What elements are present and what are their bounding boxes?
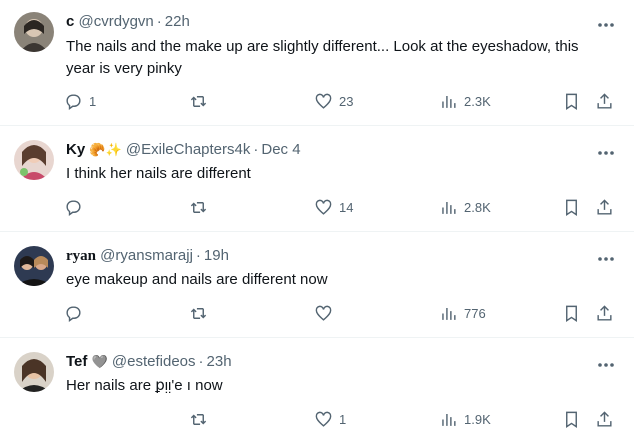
retweet-icon bbox=[190, 202, 207, 213]
tweet-2[interactable]: Ky 🥐✨ @ExileChapters4k · Dec 4 I think her… bbox=[0, 126, 634, 232]
share-button[interactable] bbox=[595, 92, 614, 111]
tweet-text: The nails and the make up are slightly d… bbox=[66, 38, 579, 77]
share-icon bbox=[597, 93, 612, 109]
tweet-header: c @cvrdygvn · 22h bbox=[66, 12, 190, 32]
action-bar: 776 bbox=[0, 304, 634, 326]
like-button[interactable]: 23 bbox=[314, 92, 353, 111]
retweet-button[interactable] bbox=[189, 304, 214, 323]
separator-dot: · bbox=[156, 13, 162, 30]
views-count: 776 bbox=[464, 306, 486, 321]
views-count: 1.9K bbox=[464, 412, 491, 427]
tweet-header: ryan @ryansmarajj · 19h bbox=[66, 246, 229, 266]
timestamp[interactable]: 23h bbox=[207, 353, 232, 370]
share-icon bbox=[597, 305, 612, 321]
views-count: 2.8K bbox=[464, 200, 491, 215]
heart-icon bbox=[315, 305, 332, 321]
bookmark-icon bbox=[566, 93, 577, 110]
tweet-4[interactable]: Tef 🩶 @estefideos · 23h Her nails are ꝑᴉᴉ'… bbox=[0, 338, 634, 438]
share-button[interactable] bbox=[595, 198, 614, 217]
separator-dot: · bbox=[195, 247, 201, 264]
views-button[interactable]: 2.8K bbox=[439, 198, 491, 217]
avatar[interactable] bbox=[14, 352, 54, 392]
views-button[interactable]: 1.9K bbox=[439, 410, 491, 429]
tweet-header: Ky 🥐✨ @ExileChapters4k · Dec 4 bbox=[66, 140, 301, 160]
share-icon bbox=[597, 199, 612, 215]
share-icon bbox=[597, 411, 612, 427]
more-icon[interactable] bbox=[596, 250, 616, 270]
tweet-text: eye makeup and nails are different now bbox=[66, 271, 328, 288]
views-icon bbox=[442, 201, 456, 214]
handle[interactable]: @cvrdygvn bbox=[79, 13, 154, 30]
reply-button[interactable] bbox=[64, 198, 89, 217]
more-icon[interactable] bbox=[596, 16, 616, 36]
handle[interactable]: @ryansmarajj bbox=[100, 247, 193, 264]
more-icon[interactable] bbox=[596, 356, 616, 376]
avatar[interactable] bbox=[14, 12, 54, 52]
views-icon bbox=[442, 95, 456, 108]
timestamp[interactable]: 19h bbox=[204, 247, 229, 264]
tweet-header: Tef 🩶 @estefideos · 23h bbox=[66, 352, 232, 372]
like-count: 23 bbox=[339, 94, 354, 109]
views-icon bbox=[442, 413, 456, 426]
share-button[interactable] bbox=[595, 410, 614, 429]
share-button[interactable] bbox=[595, 304, 614, 323]
action-bar: 1 23 2.3K bbox=[0, 92, 634, 114]
display-name[interactable]: c bbox=[66, 13, 74, 30]
action-bar: 1 1.9K bbox=[0, 410, 634, 432]
timestamp[interactable]: Dec 4 bbox=[261, 141, 300, 158]
bookmark-icon bbox=[566, 199, 577, 216]
like-button[interactable] bbox=[314, 304, 339, 323]
like-button[interactable]: 1 bbox=[314, 410, 346, 429]
separator-dot: · bbox=[198, 353, 204, 370]
reply-count: 1 bbox=[89, 94, 97, 109]
avatar[interactable] bbox=[14, 246, 54, 286]
tweet-text: Her nails are ꝑᴉᴉ'e ı now bbox=[66, 377, 223, 394]
tweet-text: I think her nails are different bbox=[66, 165, 251, 182]
more-icon[interactable] bbox=[596, 144, 616, 164]
name-emoji: 🥐✨ bbox=[89, 142, 122, 157]
timestamp[interactable]: 22h bbox=[165, 13, 190, 30]
reply-feed: c @cvrdygvn · 22h The nails and the make u… bbox=[0, 0, 634, 438]
views-count: 2.3K bbox=[464, 94, 491, 109]
bookmark-button[interactable] bbox=[562, 92, 581, 111]
retweet-button[interactable] bbox=[189, 198, 214, 217]
heart-icon bbox=[315, 411, 332, 427]
display-name[interactable]: Ky bbox=[66, 141, 85, 158]
tweet-3[interactable]: ryan @ryansmarajj · 19h eye makeup and nai… bbox=[0, 232, 634, 338]
display-name[interactable]: ryan bbox=[66, 248, 96, 264]
views-button[interactable]: 776 bbox=[439, 304, 486, 323]
like-button[interactable]: 14 bbox=[314, 198, 353, 217]
reply-icon bbox=[66, 94, 81, 111]
retweet-icon bbox=[190, 414, 207, 425]
separator-dot: · bbox=[253, 141, 259, 158]
bookmark-icon bbox=[566, 411, 577, 428]
bookmark-button[interactable] bbox=[562, 198, 581, 217]
tweet-1[interactable]: c @cvrdygvn · 22h The nails and the make u… bbox=[0, 0, 634, 126]
reply-icon bbox=[66, 306, 81, 323]
action-bar: 14 2.8K bbox=[0, 198, 634, 220]
handle[interactable]: @ExileChapters4k bbox=[126, 141, 250, 158]
display-name[interactable]: Tef bbox=[66, 353, 87, 370]
handle[interactable]: @estefideos bbox=[112, 353, 196, 370]
like-count: 1 bbox=[339, 412, 347, 427]
retweet-icon bbox=[190, 96, 207, 107]
bookmark-button[interactable] bbox=[562, 410, 581, 429]
retweet-button[interactable] bbox=[189, 410, 214, 429]
views-button[interactable]: 2.3K bbox=[439, 92, 491, 111]
heart-icon bbox=[315, 93, 332, 109]
avatar[interactable] bbox=[14, 140, 54, 180]
views-icon bbox=[442, 307, 456, 320]
bookmark-button[interactable] bbox=[562, 304, 581, 323]
reply-button[interactable] bbox=[64, 304, 89, 323]
bookmark-icon bbox=[566, 305, 577, 322]
reply-button[interactable]: 1 bbox=[64, 92, 96, 111]
reply-icon bbox=[66, 200, 81, 217]
retweet-button[interactable] bbox=[189, 92, 214, 111]
like-count: 14 bbox=[339, 200, 354, 215]
retweet-icon bbox=[190, 308, 207, 319]
heart-icon bbox=[315, 199, 332, 215]
name-emoji: 🩶 bbox=[91, 354, 108, 369]
